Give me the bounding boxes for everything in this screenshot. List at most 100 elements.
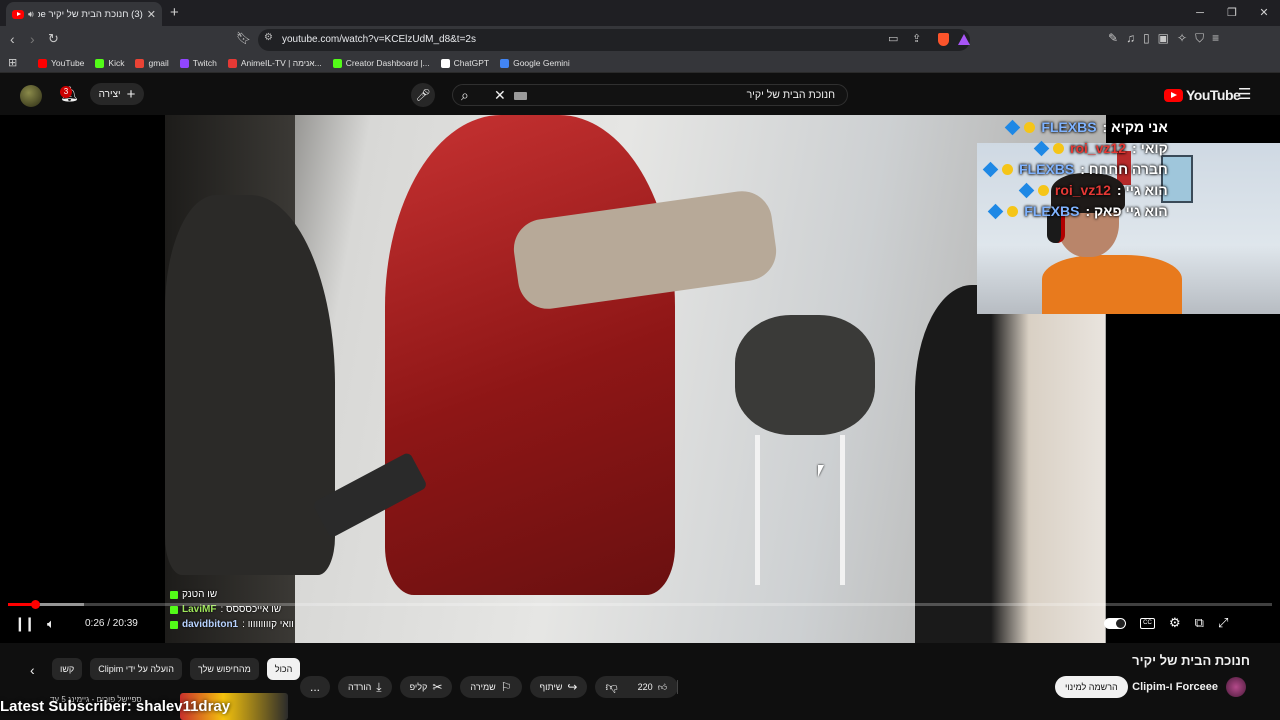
video-frame[interactable]: [165, 115, 1106, 643]
settings-gear-icon[interactable]: ⚙︎: [1169, 615, 1181, 631]
back-icon[interactable]: ‹: [10, 31, 15, 47]
download-button[interactable]: הורדה ⤓: [338, 676, 392, 698]
wallet-icon[interactable]: ▣: [1158, 31, 1169, 46]
brave-rewards-icon[interactable]: [958, 34, 970, 45]
account-avatar[interactable]: [20, 85, 42, 107]
volume-icon[interactable]: 🔈︎: [47, 616, 55, 632]
subtitles-icon[interactable]: CC: [1140, 617, 1155, 629]
guide-menu-icon[interactable]: ☰: [1238, 85, 1251, 103]
clip-button[interactable]: קליפ ✂: [399, 676, 453, 698]
site-info-icon[interactable]: ⚙︎: [264, 32, 273, 43]
brave-shield-icon[interactable]: [938, 33, 949, 46]
badge-icon: [1002, 163, 1013, 175]
miniplayer-icon[interactable]: ⧉: [1195, 615, 1204, 631]
chips-scroll-left-icon[interactable]: ‹: [30, 662, 35, 678]
like-button[interactable]: 220 👍︎: [628, 680, 679, 694]
subscribe-button[interactable]: הרשמה למינוי: [1055, 676, 1128, 698]
sidebar-icon[interactable]: ▯: [1143, 31, 1150, 46]
fullscreen-icon[interactable]: ⤢: [1218, 615, 1228, 631]
channel-name[interactable]: Forceee ו-Clipim: [1132, 681, 1218, 693]
search-icon[interactable]: ⌕: [461, 87, 469, 104]
channel-avatar[interactable]: [1226, 677, 1246, 697]
bookmark-favicon-icon: [95, 58, 105, 68]
share-button[interactable]: שיתוף ↪: [529, 676, 588, 698]
video-player[interactable]: אני מקיא : FLEXBS קואי : roi_vz12 חברה חחחח …: [0, 115, 1280, 643]
filter-chip[interactable]: הכול: [266, 658, 301, 680]
new-tab-icon[interactable]: +: [170, 4, 179, 21]
audio-playing-icon[interactable]: 🔊︎: [28, 9, 34, 20]
maximize-icon[interactable]: ❐: [1216, 0, 1248, 26]
leo-ai-icon[interactable]: ✧: [1177, 31, 1187, 46]
more-actions-button[interactable]: ...: [300, 676, 331, 698]
bookmark-item[interactable]: gmail: [135, 55, 169, 71]
overlay-chat-line: אני מקיא : FLEXBS: [985, 119, 1168, 135]
latest-subscriber-overlay: Latest Subscriber: shalev11dray: [0, 698, 231, 715]
channel-info[interactable]: Forceee ו-Clipim: [1132, 677, 1246, 697]
overlay-chat-message: הוא גיי פאק :: [1085, 203, 1168, 219]
url-text: youtube.com/watch?v=KCElzUdM_d8&t=2s: [282, 34, 476, 45]
bookmark-item[interactable]: Kick: [95, 55, 124, 71]
bookmark-item[interactable]: ChatGPT: [440, 55, 489, 71]
filter-chip[interactable]: קשו: [52, 658, 83, 680]
youtube-logo[interactable]: YouTube: [1164, 87, 1241, 103]
bookmark-item[interactable]: YouTube: [38, 55, 84, 71]
action-buttons: ... הורדה ⤓ קליפ ✂ שמירה ⚐ שיתוף ↪ 👎︎ 220 👍︎: [300, 676, 679, 698]
omnibox[interactable]: ⚙︎ youtube.com/watch?v=KCElzUdM_d8&t=2s …: [258, 29, 970, 51]
music-icon[interactable]: ♫: [1126, 31, 1135, 46]
vpn-shield-icon[interactable]: ⛉: [1195, 31, 1204, 46]
bookmark-page-icon[interactable]: 🔖︎: [236, 31, 251, 45]
overlay-chat-line: קואי : roi_vz12: [985, 140, 1168, 156]
video-chat-message: שו הטנק: [182, 589, 218, 600]
scissors-icon: ✂: [432, 680, 443, 694]
window-controls: ─ ❐ ✕: [1184, 0, 1280, 26]
bookmark-label: gmail: [148, 58, 169, 68]
close-tab-icon[interactable]: ✕: [147, 8, 156, 21]
bookmark-item[interactable]: Creator Dashboard |...: [332, 55, 430, 71]
menu-icon[interactable]: ≡: [1212, 31, 1219, 46]
badge-icon: [1037, 184, 1049, 196]
overlay-chat-username: roi_vz12: [1070, 140, 1127, 156]
bookmark-label: YouTube: [51, 58, 85, 68]
notification-count-badge: 3: [60, 86, 72, 98]
tab-title: (3) חנוכת הבית של יקיר ube: [37, 8, 143, 20]
bookmark-item[interactable]: AnimeIL-TV | אנימה...: [227, 55, 322, 71]
like-dislike-bar: 👎︎ 220 👍︎: [595, 676, 679, 698]
voice-search-icon[interactable]: 🎤︎: [411, 83, 435, 107]
minimize-icon[interactable]: ─: [1184, 0, 1216, 26]
video-chat-username: davidbiton1: [182, 619, 239, 630]
browser-tab[interactable]: 🔊︎ (3) חנוכת הבית של יקיר ube ✕: [6, 2, 162, 26]
cast-icon[interactable]: ▭: [888, 32, 898, 45]
download-label: הורדה: [348, 682, 372, 692]
forward-icon[interactable]: ›: [30, 31, 35, 47]
filter-chip[interactable]: הועלה על ידי Clipim: [90, 658, 182, 680]
more-icon: ...: [310, 680, 321, 694]
keyboard-icon[interactable]: [514, 92, 527, 100]
overlay-chat-message: אני מקיא :: [1102, 119, 1168, 135]
video-scene-person-right: [915, 285, 1105, 643]
youtube-logo-icon: [1164, 88, 1183, 102]
bookmark-item[interactable]: Google Gemini: [500, 55, 570, 71]
scrubber-knob[interactable]: [30, 600, 40, 609]
create-button[interactable]: יצירה +: [90, 83, 144, 105]
bookmark-label: Kick: [108, 58, 125, 68]
pause-icon[interactable]: ❙❙: [14, 615, 36, 632]
stream-chat-overlay: אני מקיא : FLEXBS קואי : roi_vz12 חברה חחחח …: [982, 119, 1168, 219]
apps-grid-icon[interactable]: ⊞: [8, 56, 17, 69]
autoplay-toggle[interactable]: [1104, 617, 1126, 629]
bookmark-label: Creator Dashboard |...: [345, 58, 430, 68]
progress-bar[interactable]: [8, 600, 1272, 609]
reload-icon[interactable]: ↻: [48, 31, 59, 47]
clear-search-icon[interactable]: ✕: [494, 87, 506, 104]
youtube-favicon-icon: [12, 9, 24, 19]
save-button[interactable]: שמירה ⚐: [460, 676, 522, 698]
overlay-chat-message: הוא גיי :: [1116, 182, 1168, 198]
close-window-icon[interactable]: ✕: [1248, 0, 1280, 26]
share-page-icon[interactable]: ⇪: [912, 32, 921, 45]
overlay-chat-username: FLEXBS: [1019, 161, 1075, 177]
bookmark-item[interactable]: Twitch: [179, 55, 217, 71]
dislike-icon[interactable]: 👎︎: [595, 680, 627, 695]
badge-icon: [1018, 182, 1035, 198]
search-input[interactable]: ⌕ ✕ חנוכת הבית של יקיר: [452, 84, 848, 106]
extension-icon[interactable]: ✎: [1108, 31, 1118, 46]
filter-chip[interactable]: מהחיפוש שלך: [189, 658, 259, 680]
